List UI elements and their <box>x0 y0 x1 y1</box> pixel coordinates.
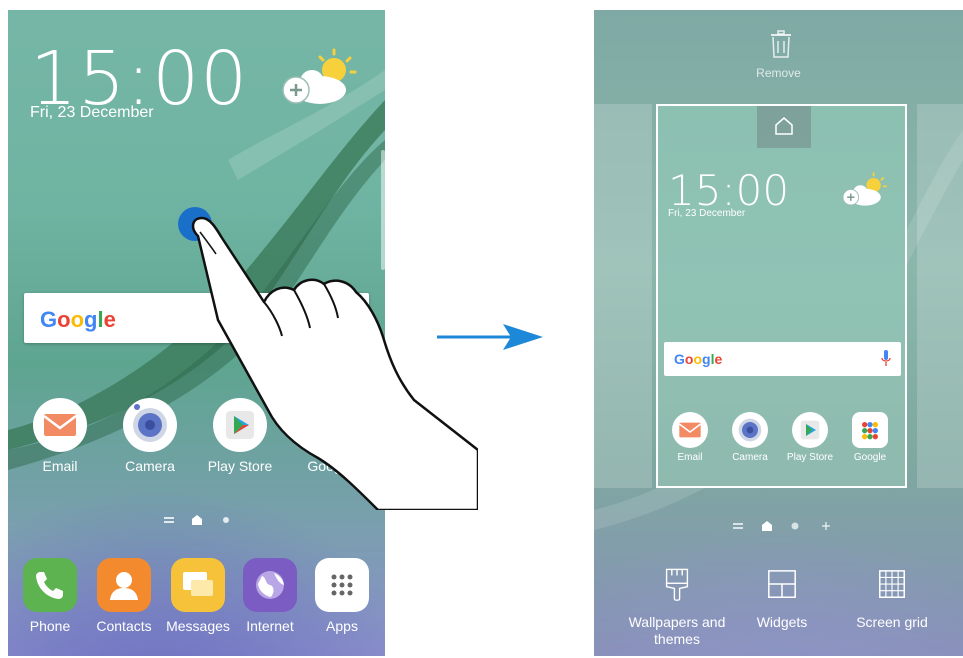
transition-arrow-icon <box>437 324 543 350</box>
camera-icon <box>123 398 177 452</box>
remove-drop-zone[interactable]: Remove <box>594 10 963 104</box>
grid-icon <box>879 570 905 598</box>
play-store-icon <box>792 412 828 448</box>
app-camera[interactable]: Camera <box>112 398 188 474</box>
dock-phone[interactable]: Phone <box>12 558 88 634</box>
internet-icon <box>243 558 297 612</box>
messages-icon <box>171 558 225 612</box>
set-home-page-button[interactable] <box>757 106 811 148</box>
dock-messages[interactable]: Messages <box>160 558 236 634</box>
paintbrush-icon <box>665 568 689 601</box>
home-icon <box>775 117 793 135</box>
email-icon <box>33 398 87 452</box>
google-logo: Google <box>674 351 723 367</box>
app-label: Contacts <box>96 618 152 634</box>
widgets-icon <box>768 570 796 598</box>
wallpapers-themes-button[interactable]: Wallpapers and themes <box>622 566 732 648</box>
app-email[interactable]: Email <box>22 398 98 474</box>
screen-grid-button[interactable]: Screen grid <box>844 566 940 631</box>
dock-apps[interactable]: Apps <box>304 558 380 634</box>
previous-page-panel[interactable] <box>594 104 652 488</box>
app-label: Email <box>42 458 78 474</box>
email-icon <box>672 412 708 448</box>
app-play-store: Play Store <box>782 412 838 463</box>
trash-icon <box>771 30 791 58</box>
option-label: Screen grid <box>856 614 928 630</box>
next-page-panel[interactable] <box>917 104 963 488</box>
app-camera: Camera <box>722 412 778 463</box>
dock-contacts[interactable]: Contacts <box>86 558 162 634</box>
app-email: Email <box>662 412 718 463</box>
app-google: Google <box>842 412 898 463</box>
page-indicator[interactable] <box>158 513 238 527</box>
option-label: Wallpapers and themes <box>628 614 726 647</box>
mic-icon <box>881 350 891 366</box>
app-label: Play Store <box>786 452 834 463</box>
weather-add-icon[interactable] <box>278 48 358 108</box>
widgets-button[interactable]: Widgets <box>742 566 822 631</box>
app-label: Email <box>677 452 703 463</box>
google-apps-icon <box>852 412 888 448</box>
camera-icon <box>732 412 768 448</box>
app-label: Apps <box>326 618 358 634</box>
app-label: Internet <box>246 618 294 634</box>
home-screen-edit-mode: Remove 15:00 Fri, 23 December Google Ema… <box>594 10 963 656</box>
contacts-icon <box>97 558 151 612</box>
page-preview-current[interactable]: 15:00 Fri, 23 December Google Email Came… <box>656 104 907 488</box>
app-label: Google <box>853 452 887 463</box>
apps-grid-icon <box>315 558 369 612</box>
clock-date: Fri, 23 December <box>30 104 154 121</box>
phone-icon <box>23 558 77 612</box>
weather-add-icon <box>842 172 888 206</box>
app-label: Phone <box>29 618 71 634</box>
google-logo: Google <box>40 307 116 332</box>
app-label: Camera <box>125 458 175 474</box>
option-label: Widgets <box>756 614 808 630</box>
clock-date: Fri, 23 December <box>668 208 746 219</box>
hand-gesture-icon <box>191 216 478 510</box>
page-indicator[interactable] <box>729 519 839 533</box>
google-search-bar: Google <box>664 342 901 376</box>
dock-internet[interactable]: Internet <box>232 558 308 634</box>
app-label: Camera <box>732 452 768 463</box>
remove-label: Remove <box>756 66 801 80</box>
app-label: Messages <box>166 618 230 634</box>
